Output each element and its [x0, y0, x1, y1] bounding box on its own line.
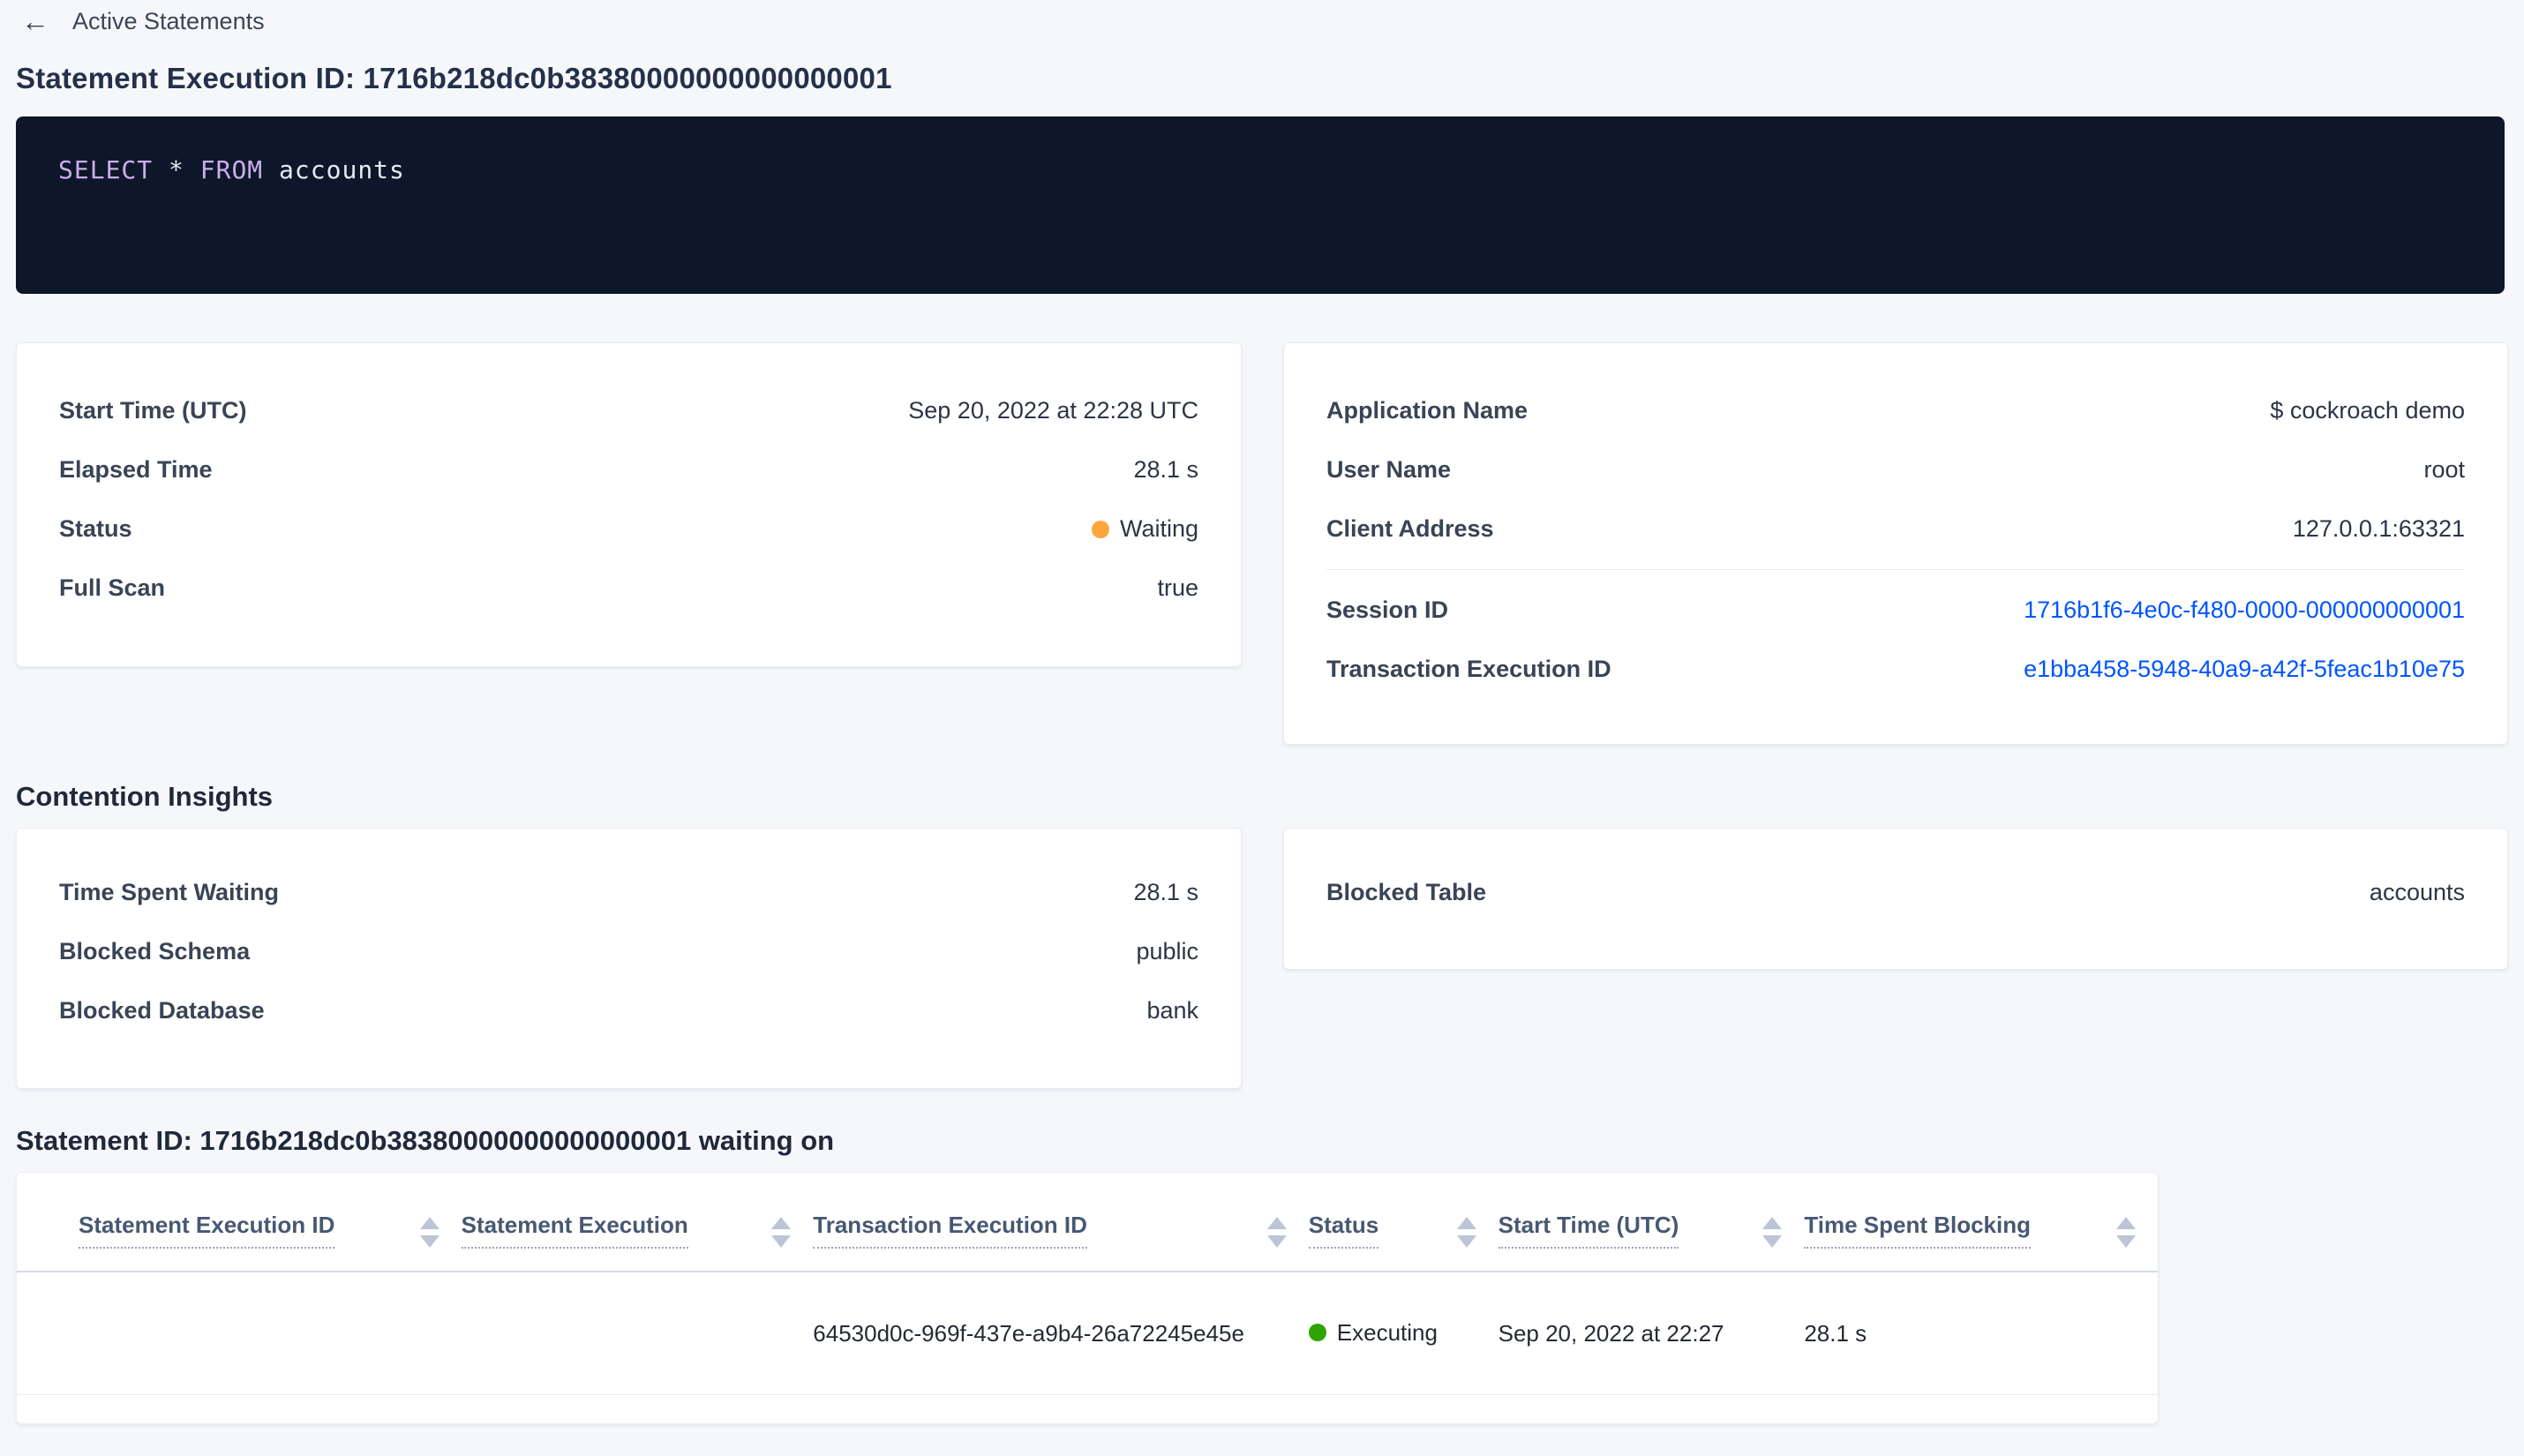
- column-header-transaction-execution-id[interactable]: Transaction Execution ID: [813, 1212, 1309, 1271]
- row-label: Status: [59, 515, 132, 542]
- contention-insights-heading: Contention Insights: [16, 781, 274, 812]
- cell-status: Executing: [1308, 1318, 1499, 1348]
- column-header-statement-execution[interactable]: Statement Execution: [461, 1212, 814, 1271]
- session-row-session-id: Session ID 1716b1f6-4e0c-f480-0000-00000…: [1326, 581, 2465, 640]
- card-divider: [1326, 569, 2465, 570]
- status-text: Waiting: [1119, 515, 1198, 542]
- column-header-status[interactable]: Status: [1308, 1212, 1499, 1271]
- overview-row-full-scan: Full Scan true: [59, 559, 1198, 618]
- column-header-start-time[interactable]: Start Time (UTC): [1498, 1212, 1805, 1271]
- row-value: accounts: [2369, 879, 2465, 905]
- overview-row-start-time: Start Time (UTC) Sep 20, 2022 at 22:28 U…: [59, 381, 1198, 440]
- row-label: Full Scan: [59, 574, 166, 601]
- sort-arrows-icon: [2115, 1217, 2136, 1248]
- row-label: Client Address: [1326, 515, 1494, 542]
- sql-keyword: SELECT: [58, 155, 154, 184]
- session-row-client-address: Client Address 127.0.0.1:63321: [1326, 499, 2465, 559]
- row-label: Blocked Table: [1326, 879, 1487, 905]
- waiting-on-heading: Statement ID: 1716b218dc0b38380000000000…: [16, 1125, 835, 1156]
- waiting-status-dot-icon: [1091, 520, 1109, 538]
- session-card: Application Name $ cockroach demo User N…: [1283, 342, 2508, 745]
- row-value: 28.1 s: [1133, 456, 1198, 483]
- row-value: bank: [1146, 997, 1198, 1024]
- sort-arrows-icon: [1762, 1217, 1783, 1248]
- row-label: Session ID: [1326, 597, 1449, 623]
- sql-statement-text: SELECT * FROM accounts: [58, 155, 2462, 184]
- row-label: Application Name: [1326, 397, 1529, 424]
- executing-status-dot-icon: [1308, 1324, 1326, 1342]
- session-row-transaction-execution-id: Transaction Execution ID e1bba458-5948-4…: [1326, 640, 2465, 699]
- sql-statement-box: SELECT * FROM accounts: [16, 116, 2505, 294]
- table-row: 64530d0c-969f-437e-a9b4-26a72245e45e Exe…: [17, 1272, 2158, 1395]
- table-header-row: Statement Execution ID Statement Executi…: [17, 1173, 2158, 1272]
- contention-row-blocked-database: Blocked Database bank: [59, 981, 1198, 1040]
- overview-card: Start Time (UTC) Sep 20, 2022 at 22:28 U…: [16, 342, 1242, 667]
- row-value: Sep 20, 2022 at 22:28 UTC: [908, 397, 1198, 424]
- column-header-label: Statement Execution ID: [79, 1212, 335, 1249]
- column-header-label: Start Time (UTC): [1498, 1212, 1679, 1249]
- overview-row-status: Status Waiting: [59, 499, 1198, 559]
- contention-row-blocked-schema: Blocked Schema public: [59, 922, 1198, 981]
- column-header-statement-execution-id[interactable]: Statement Execution ID: [79, 1212, 462, 1271]
- page-title: Statement Execution ID: 1716b218dc0b3838…: [16, 62, 892, 94]
- sort-arrows-icon: [1456, 1217, 1476, 1248]
- back-link-active-statements[interactable]: ← Active Statements: [16, 7, 265, 35]
- contention-right-card: Blocked Table accounts: [1283, 828, 2508, 970]
- back-link-label: Active Statements: [72, 7, 265, 34]
- session-id-link[interactable]: 1716b1f6-4e0c-f480-0000-000000000001: [2024, 597, 2465, 624]
- row-label: User Name: [1326, 456, 1452, 483]
- overview-row-elapsed-time: Elapsed Time 28.1 s: [59, 440, 1198, 499]
- status-badge: Waiting: [1091, 515, 1198, 543]
- row-value: true: [1157, 574, 1198, 601]
- row-label: Elapsed Time: [59, 456, 213, 483]
- column-header-time-spent-blocking[interactable]: Time Spent Blocking: [1804, 1212, 2158, 1271]
- sort-arrows-icon: [1266, 1217, 1287, 1248]
- row-label: Blocked Schema: [59, 938, 251, 964]
- row-label: Transaction Execution ID: [1326, 656, 1611, 682]
- contention-row-time-spent-waiting: Time Spent Waiting 28.1 s: [59, 863, 1198, 922]
- cell-time-spent-blocking: 28.1 s: [1804, 1319, 1867, 1347]
- column-header-label: Statement Execution: [461, 1212, 688, 1249]
- session-row-application-name: Application Name $ cockroach demo: [1326, 381, 2465, 440]
- statement-execution-page: ← Active Statements Statement Execution …: [0, 0, 2524, 1424]
- row-value: $ cockroach demo: [2270, 397, 2465, 424]
- row-value: root: [2423, 456, 2465, 483]
- sql-token: accounts: [279, 155, 405, 184]
- row-label: Start Time (UTC): [59, 397, 247, 424]
- sql-keyword: FROM: [199, 155, 264, 184]
- status-text: Executing: [1336, 1318, 1438, 1346]
- sort-arrows-icon: [419, 1217, 439, 1248]
- transaction-execution-id-link[interactable]: e1bba458-5948-40a9-a42f-5feac1b10e75: [2024, 656, 2465, 683]
- waiting-statements-table: Statement Execution ID Statement Executi…: [16, 1172, 2159, 1424]
- row-value: 127.0.0.1:63321: [2292, 515, 2465, 542]
- row-value: public: [1136, 938, 1198, 964]
- contention-row-blocked-table: Blocked Table accounts: [1326, 863, 2465, 922]
- sql-token: *: [169, 155, 184, 184]
- session-row-user-name: User Name root: [1326, 440, 2465, 499]
- column-header-label: Status: [1308, 1212, 1379, 1249]
- column-header-label: Time Spent Blocking: [1804, 1212, 2032, 1249]
- cell-transaction-execution-id: 64530d0c-969f-437e-a9b4-26a72245e45e: [813, 1319, 1244, 1347]
- back-arrow-icon: ←: [21, 5, 49, 37]
- sort-arrows-icon: [771, 1217, 792, 1248]
- contention-left-card: Time Spent Waiting 28.1 s Blocked Schema…: [16, 828, 1242, 1089]
- row-value: 28.1 s: [1133, 879, 1198, 905]
- status-badge: Executing: [1308, 1318, 1438, 1347]
- row-label: Time Spent Waiting: [59, 879, 280, 905]
- row-label: Blocked Database: [59, 997, 265, 1024]
- cell-start-time: Sep 20, 2022 at 22:27: [1498, 1319, 1724, 1347]
- column-header-label: Transaction Execution ID: [813, 1212, 1087, 1249]
